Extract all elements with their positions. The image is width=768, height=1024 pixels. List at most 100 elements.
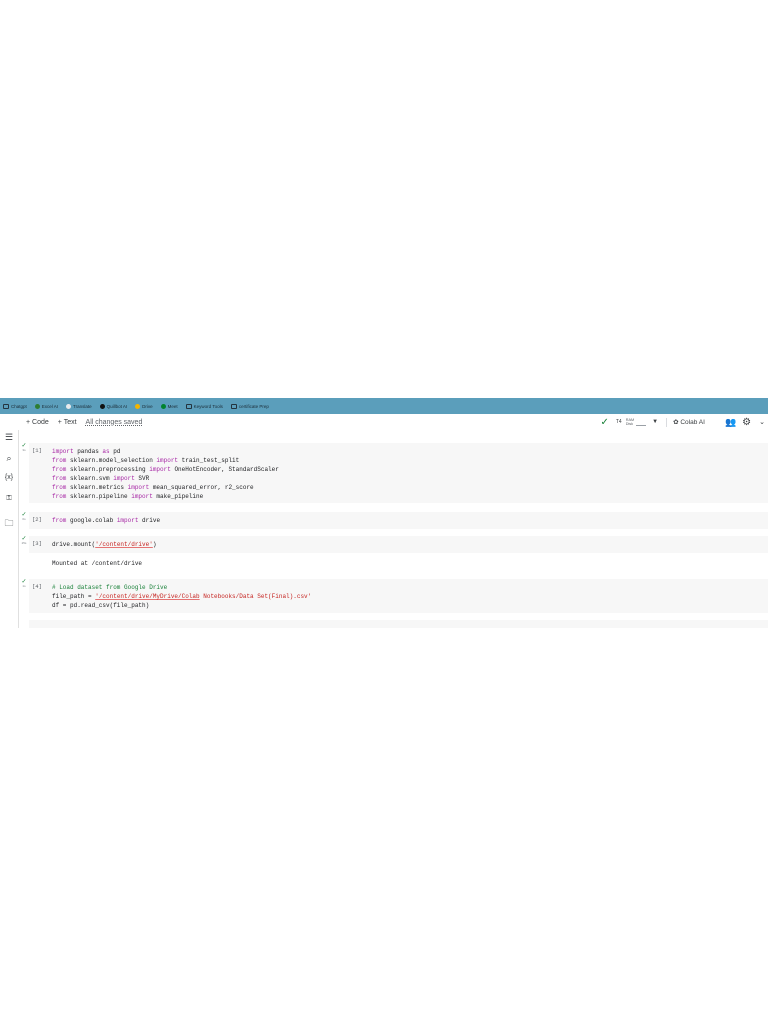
execution-time: 3s — [22, 448, 26, 452]
bookmark-chatgpt[interactable]: Chatgpt — [3, 403, 27, 409]
code-token: import — [149, 466, 171, 473]
variables-icon[interactable]: {x} — [0, 474, 18, 481]
search-icon[interactable]: ⌕ — [0, 453, 18, 464]
execution-time: 25s — [21, 541, 27, 545]
code-token: as — [102, 448, 110, 455]
folder-icon — [230, 403, 237, 409]
colab-ai-icon: ✿ — [673, 419, 679, 426]
execution-count: [1] — [32, 447, 42, 454]
add-code-button[interactable]: + Code — [26, 419, 49, 426]
bookmark-label: Drive — [142, 403, 153, 409]
code-token: import — [116, 517, 139, 524]
bookmark-keyword-tools[interactable]: Keyword Tools — [185, 403, 223, 409]
bookmark-label: Excel AI — [41, 403, 59, 409]
run-status[interactable]: ✓ 3s — [19, 443, 29, 452]
code-token: from — [52, 475, 67, 482]
add-text-button[interactable]: + Text — [58, 419, 77, 426]
run-status[interactable]: ✓ 25s — [19, 536, 29, 545]
execution-count: [2] — [32, 516, 42, 523]
run-status[interactable]: ✓ 1s — [19, 579, 29, 588]
code-token: pandas — [73, 448, 103, 455]
sparkle-icon — [34, 403, 40, 409]
code-token: '/content/drive' — [95, 541, 153, 548]
code-text[interactable]: import pandas as pd from sklearn.model_se… — [52, 447, 279, 501]
resource-monitor[interactable]: RAM Disk — [626, 418, 634, 426]
code-token: sklearn.svm — [66, 475, 114, 482]
code-line: from sklearn.preprocessing import OneHot… — [52, 465, 279, 474]
toolbar-divider — [666, 417, 668, 427]
bookmark-label: Chatgpt — [11, 403, 27, 409]
code-token: from — [52, 517, 67, 524]
bookmark-label: Keyword Tools — [193, 403, 223, 409]
files-folder-icon[interactable]: 🗀 — [0, 516, 18, 532]
code-token: sklearn.preprocessing — [66, 466, 150, 473]
code-text[interactable]: drive.mount('/content/drive') — [52, 540, 156, 549]
colab-ai-button[interactable]: ✿ Colab AI — [673, 418, 705, 426]
table-of-contents-icon[interactable]: ☰ — [0, 432, 18, 443]
bookmark-translate[interactable]: Translate — [66, 403, 92, 409]
colab-ai-label: Colab AI — [680, 419, 705, 426]
code-token: sklearn.model_selection — [66, 457, 157, 464]
code-token: google.colab — [66, 517, 117, 524]
code-token: Notebooks/Data Set(Final).csv' — [199, 593, 312, 600]
code-cell[interactable]: ✓ 0s [2] from google.colab import drive — [19, 512, 768, 529]
cell-output: Mounted at /content/drive — [52, 560, 143, 567]
code-line: from sklearn.model_selection import trai… — [52, 456, 279, 465]
code-token: import — [127, 484, 150, 491]
code-line: from google.colab import drive — [52, 516, 160, 525]
folder-icon — [185, 403, 192, 409]
bookmark-certificate-prep[interactable]: certificate Prep — [230, 403, 269, 409]
execution-count: [4] — [32, 583, 42, 590]
code-line: import pandas as pd — [52, 447, 279, 456]
code-line: drive.mount('/content/drive') — [52, 540, 156, 549]
code-token: train_test_split — [178, 457, 240, 464]
meet-icon — [160, 403, 166, 409]
bookmark-meet[interactable]: Meet — [160, 403, 178, 409]
notebook-toolbar: + Code + Text All changes saved ✓ T4 RAM… — [0, 414, 768, 430]
left-sidebar: ☰ ⌕ {x} ⚿ 🗀 — [0, 430, 19, 628]
code-token: SVR — [134, 475, 150, 482]
code-line: file_path = '/content/drive/MyDrive/Cola… — [52, 592, 311, 601]
bookmarks-bar: Chatgpt Excel AI Translate Quillbot AI Drive… — [0, 398, 768, 414]
code-text[interactable]: # Load dataset from Google Drive file_pat… — [52, 583, 311, 610]
execution-count: [3] — [32, 540, 42, 547]
code-line: # Load dataset from Google Drive — [52, 583, 311, 592]
connected-check-icon: ✓ — [600, 416, 609, 428]
save-status[interactable]: All changes saved — [86, 419, 143, 426]
code-cell[interactable] — [19, 620, 768, 628]
colab-window: Chatgpt Excel AI Translate Quillbot AI Drive… — [0, 398, 768, 628]
resource-meter — [636, 419, 647, 426]
code-token: import — [113, 475, 135, 482]
code-token: file_path = — [52, 593, 96, 600]
secrets-key-icon[interactable]: ⚿ — [0, 495, 18, 503]
run-status[interactable]: ✓ 0s — [19, 512, 29, 521]
code-token: pd — [109, 448, 121, 455]
drive-icon — [135, 403, 141, 409]
bookmark-label: Quillbot AI — [106, 403, 128, 409]
settings-gear-icon[interactable]: ⚙ — [742, 417, 751, 428]
code-token: # Load dataset from Google Drive — [52, 584, 168, 591]
code-token: from — [52, 466, 67, 473]
bookmark-label: certificate Prep — [238, 403, 269, 409]
code-line: from sklearn.svm import SVR — [52, 474, 279, 483]
bookmark-excel-ai[interactable]: Excel AI — [34, 403, 59, 409]
code-token: import — [156, 457, 179, 464]
runtime-type[interactable]: T4 — [616, 419, 622, 425]
code-token: sklearn.metrics — [66, 484, 128, 491]
code-token: df = pd.read_csv(file_path) — [52, 602, 150, 609]
disk-label: Disk — [625, 422, 634, 426]
bookmark-drive[interactable]: Drive — [135, 403, 153, 409]
code-token: from — [52, 493, 67, 500]
code-cell[interactable]: ✓ 25s [3] drive.mount('/content/drive') Moun… — [19, 536, 768, 567]
code-text[interactable]: from google.colab import drive — [52, 516, 160, 525]
code-cell[interactable]: ✓ 1s [4] # Load dataset from Google Drive fi… — [19, 579, 768, 613]
share-people-icon[interactable]: 👥 — [725, 417, 736, 428]
code-editor[interactable] — [29, 620, 768, 628]
code-token: drive — [138, 517, 161, 524]
bookmark-label: Meet — [167, 403, 178, 409]
code-token: OneHotEncoder, StandardScaler — [170, 466, 279, 473]
collapse-chevron-icon[interactable]: ⌄ — [759, 418, 765, 426]
runtime-dropdown-icon[interactable]: ▼ — [652, 419, 658, 425]
bookmark-quillbot-ai[interactable]: Quillbot AI — [99, 403, 128, 409]
code-cell[interactable]: ✓ 3s [1] import pandas as pd from sklearn.mo… — [19, 443, 768, 503]
